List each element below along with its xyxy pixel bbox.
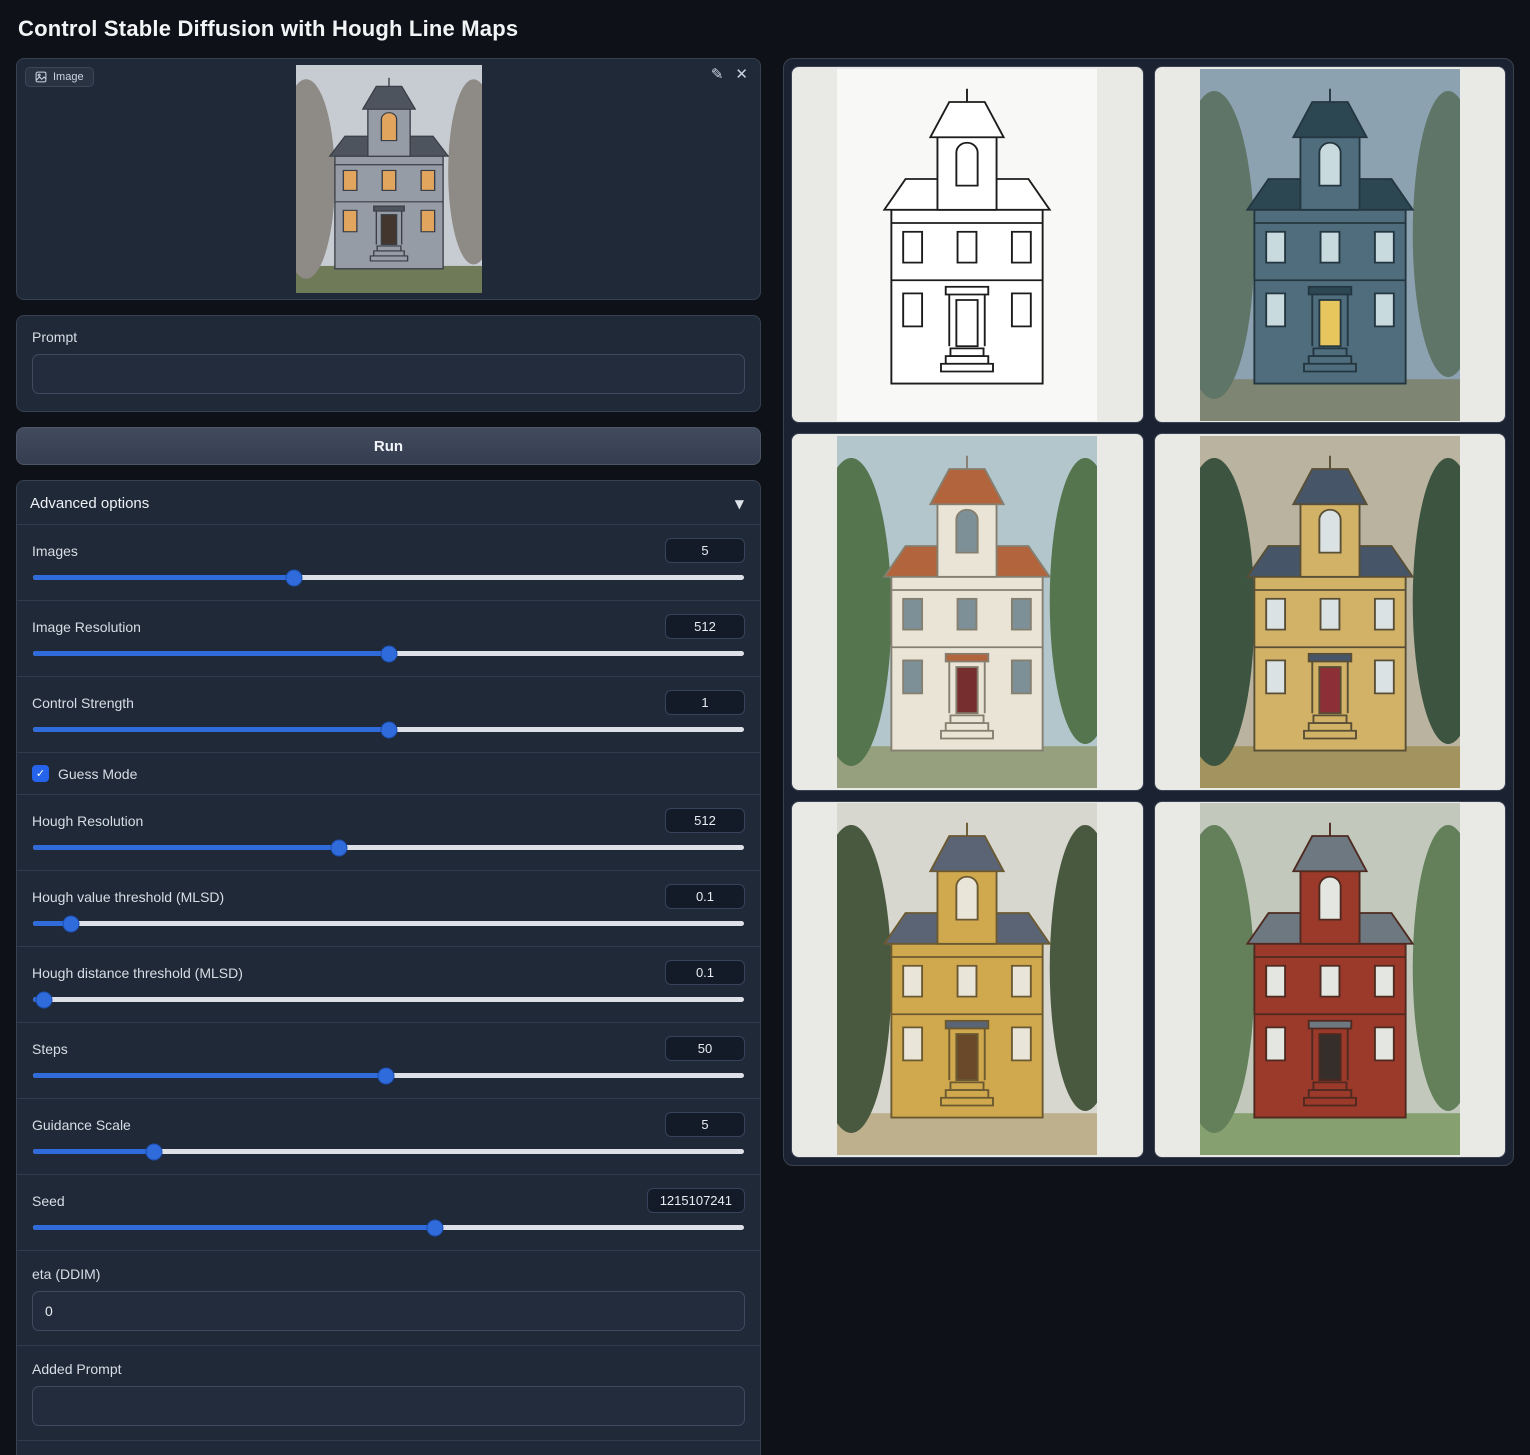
slider-row-hough-resolution: Hough Resolution 512 — [17, 794, 760, 870]
slider-value-input[interactable]: 50 — [665, 1036, 745, 1061]
slider-fill — [33, 845, 339, 850]
slider-fill — [33, 1225, 435, 1230]
run-button[interactable]: Run — [16, 427, 761, 465]
gallery-item-generated-house-red[interactable] — [1154, 801, 1507, 1158]
slider-value-input[interactable]: 0.1 — [665, 960, 745, 985]
image-icon — [35, 71, 47, 83]
gallery-item-generated-house-white[interactable] — [791, 433, 1144, 790]
slider-label: Images — [32, 543, 78, 559]
textbox-row-eta-ddim: eta (DDIM) — [17, 1250, 760, 1345]
edit-image-icon[interactable]: ✎ — [711, 67, 724, 82]
slider-track[interactable] — [33, 845, 744, 850]
slider-handle[interactable] — [286, 570, 301, 585]
generated-house-red-image — [1200, 803, 1460, 1155]
clear-image-icon[interactable]: ✕ — [735, 67, 748, 82]
slider-label: Hough distance threshold (MLSD) — [32, 965, 243, 981]
generated-house-yellow-image — [1200, 436, 1460, 788]
slider-value-input[interactable]: 512 — [665, 614, 745, 639]
slider-value-input[interactable]: 1215107241 — [647, 1188, 745, 1213]
input-image-canvas[interactable] — [296, 65, 482, 293]
slider-row-image-resolution: Image Resolution 512 — [17, 600, 760, 676]
input-image-block[interactable]: Image ✎ ✕ — [16, 58, 761, 300]
slider-handle[interactable] — [381, 722, 396, 737]
checkbox-label: Guess Mode — [58, 766, 137, 782]
advanced-options-title: Advanced options — [30, 495, 149, 512]
slider-value-input[interactable]: 5 — [665, 538, 745, 563]
slider-track[interactable] — [33, 651, 744, 656]
slider-fill — [33, 575, 294, 580]
gallery-item-generated-house-yellow[interactable] — [1154, 433, 1507, 790]
slider-handle[interactable] — [331, 840, 346, 855]
gallery-item-hough-line-map[interactable] — [791, 66, 1144, 423]
slider-label: Control Strength — [32, 695, 134, 711]
slider-track[interactable] — [33, 997, 744, 1002]
slider-value-input[interactable]: 1 — [665, 690, 745, 715]
advanced-options-accordion[interactable]: Advanced options ▼ — [17, 481, 760, 524]
slider-row-hough-distance-threshold-mlsd: Hough distance threshold (MLSD) 0.1 — [17, 946, 760, 1022]
textbox-label: eta (DDIM) — [32, 1266, 745, 1282]
advanced-options-block: Advanced options ▼ Images 5 Image Resolu… — [16, 480, 761, 1455]
slider-track[interactable] — [33, 921, 744, 926]
slider-fill — [33, 727, 389, 732]
textbox-row-negative-prompt: Negative Prompt — [17, 1440, 760, 1455]
slider-fill — [33, 1149, 154, 1154]
app: Control Stable Diffusion with Hough Line… — [0, 0, 1530, 1455]
guess-mode-checkbox[interactable]: ✓ — [32, 765, 49, 782]
generated-house-blue-image — [1200, 69, 1460, 421]
slider-handle[interactable] — [381, 646, 396, 661]
slider-track[interactable] — [33, 1149, 744, 1154]
eta-ddim-input[interactable] — [32, 1291, 745, 1331]
slider-track[interactable] — [33, 1225, 744, 1230]
slider-handle[interactable] — [37, 992, 52, 1007]
output-gallery — [783, 58, 1514, 1166]
check-icon: ✓ — [36, 767, 45, 780]
gallery-item-generated-house-blue[interactable] — [1154, 66, 1507, 423]
slider-handle[interactable] — [64, 916, 79, 931]
slider-value-input[interactable]: 5 — [665, 1112, 745, 1137]
slider-row-guidance-scale: Guidance Scale 5 — [17, 1098, 760, 1174]
slider-value-input[interactable]: 0.1 — [665, 884, 745, 909]
slider-track[interactable] — [33, 1073, 744, 1078]
slider-label: Image Resolution — [32, 619, 141, 635]
generated-house-white-image — [837, 436, 1097, 788]
added-prompt-input[interactable] — [32, 1386, 745, 1426]
slider-row-hough-value-threshold-mlsd: Hough value threshold (MLSD) 0.1 — [17, 870, 760, 946]
slider-label: Hough Resolution — [32, 813, 143, 829]
victorian-house-photo — [296, 65, 482, 293]
slider-handle[interactable] — [146, 1144, 161, 1159]
slider-handle[interactable] — [427, 1220, 442, 1235]
slider-row-steps: Steps 50 — [17, 1022, 760, 1098]
page-title: Control Stable Diffusion with Hough Line… — [18, 16, 1514, 42]
chevron-down-icon: ▼ — [735, 497, 744, 511]
prompt-block: Prompt — [16, 315, 761, 412]
prompt-label: Prompt — [32, 329, 745, 345]
right-column — [783, 58, 1514, 1166]
textbox-label: Added Prompt — [32, 1361, 745, 1377]
slider-row-control-strength: Control Strength 1 — [17, 676, 760, 752]
gallery-item-generated-house-gold[interactable] — [791, 801, 1144, 1158]
checkbox-row-guess-mode: ✓ Guess Mode — [17, 752, 760, 794]
slider-track[interactable] — [33, 727, 744, 732]
slider-row-seed: Seed 1215107241 — [17, 1174, 760, 1250]
slider-label: Seed — [32, 1193, 65, 1209]
generated-house-gold-image — [837, 803, 1097, 1155]
slider-label: Steps — [32, 1041, 68, 1057]
advanced-rows: Images 5 Image Resolution 512 Control St… — [17, 524, 760, 1455]
slider-fill — [33, 651, 389, 656]
slider-row-images: Images 5 — [17, 524, 760, 600]
slider-label: Guidance Scale — [32, 1117, 131, 1133]
slider-track[interactable] — [33, 575, 744, 580]
hough-line-map-image — [837, 69, 1097, 421]
slider-handle[interactable] — [379, 1068, 394, 1083]
slider-fill — [33, 1073, 386, 1078]
textbox-row-added-prompt: Added Prompt — [17, 1345, 760, 1440]
image-actions: ✎ ✕ — [711, 67, 748, 82]
input-image-label: Image — [25, 67, 94, 87]
slider-label: Hough value threshold (MLSD) — [32, 889, 224, 905]
left-column: Image ✎ ✕ — [16, 58, 761, 1455]
prompt-input[interactable] — [32, 354, 745, 394]
slider-value-input[interactable]: 512 — [665, 808, 745, 833]
gallery-grid — [791, 66, 1506, 1158]
